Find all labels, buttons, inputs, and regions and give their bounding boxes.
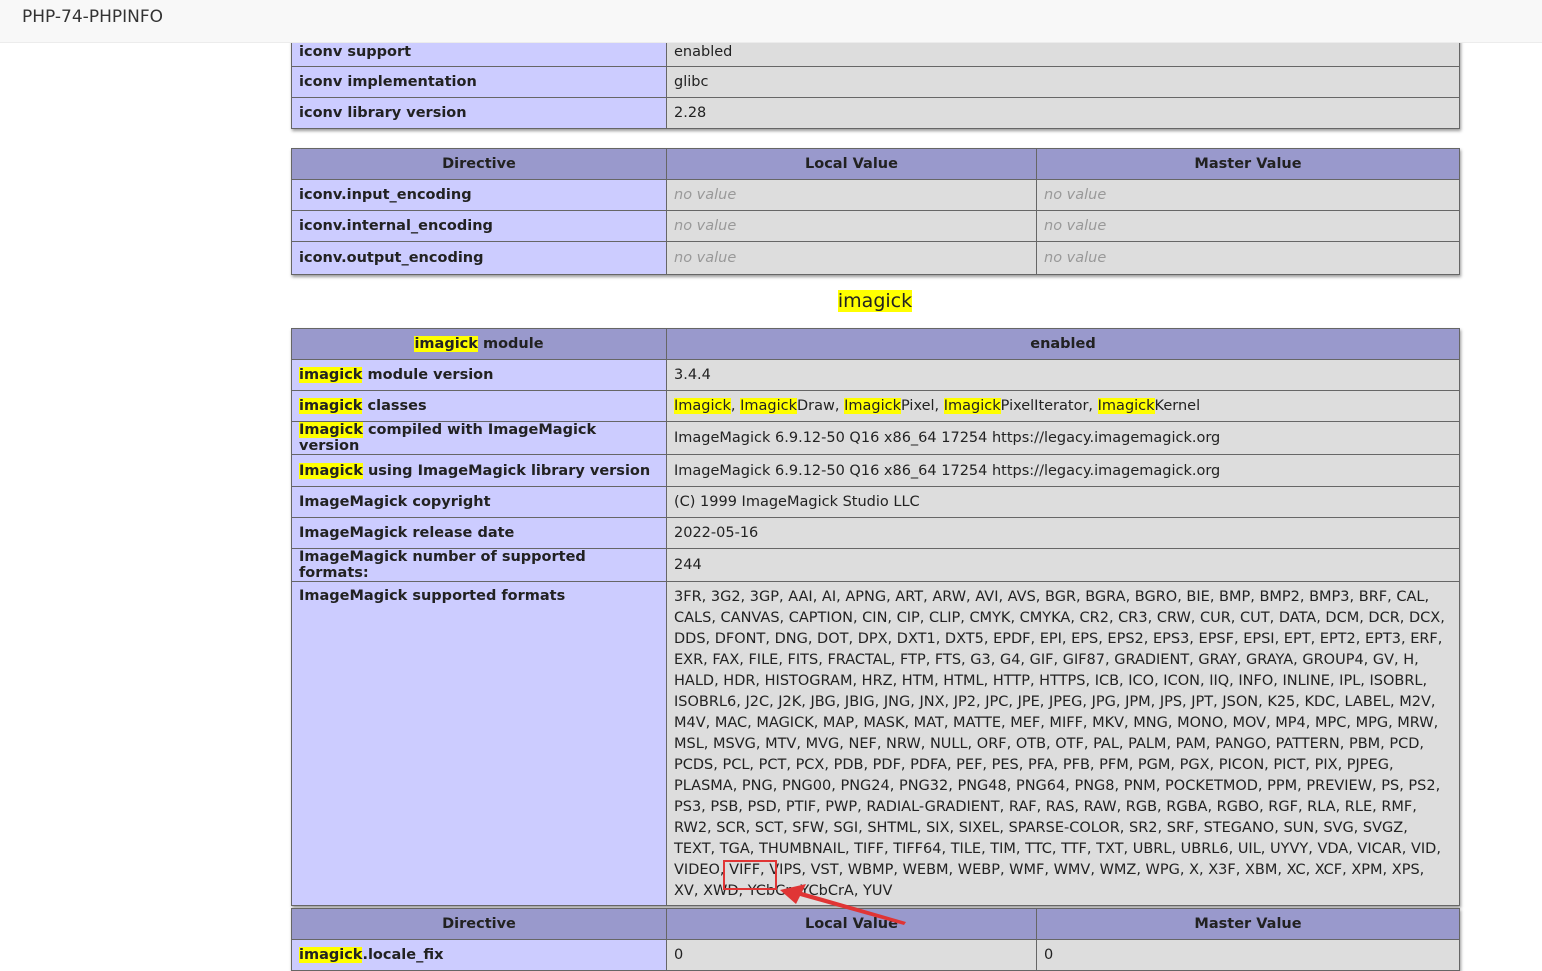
class-suffix: Pixel, xyxy=(900,398,944,414)
search-highlight: Imagick xyxy=(740,398,797,414)
class-suffix: PixelIterator, xyxy=(1000,398,1098,414)
local-value: 0 xyxy=(666,939,1037,971)
master-value: 0 xyxy=(1036,939,1460,971)
class-suffix: , xyxy=(730,398,741,414)
column-header: Master Value xyxy=(1036,148,1460,180)
column-header: Directive xyxy=(291,148,667,180)
search-highlight: Imagick xyxy=(844,398,901,414)
iconv-directives-table: Directive Local Value Master Value iconv… xyxy=(291,148,1460,275)
search-highlight: imagick xyxy=(414,336,478,352)
row-value: (C) 1999 ImageMagick Studio LLC xyxy=(666,486,1460,518)
annotation-highlight-box xyxy=(723,860,777,890)
directive-name: iconv.internal_encoding xyxy=(291,210,667,242)
table-row: ImageMagick release date 2022-05-16 xyxy=(291,517,1460,549)
row-value: ImageMagick 6.9.12-50 Q16 x86_64 17254 h… xyxy=(666,454,1460,487)
table-header-row: imagick module enabled xyxy=(291,328,1460,360)
module-heading-link[interactable]: imagick xyxy=(837,290,913,312)
row-value: 2022-05-16 xyxy=(666,517,1460,549)
row-value: glibc xyxy=(666,66,1460,98)
row-key: ImageMagick number of supported formats: xyxy=(291,548,667,582)
iconv-info-table: iconv support enabled iconv implementati… xyxy=(291,34,1460,129)
master-value: no value xyxy=(1036,241,1460,275)
row-value: 3.4.4 xyxy=(666,359,1460,391)
search-highlight: Imagick xyxy=(299,462,363,479)
row-key: Imagick using ImageMagick library versio… xyxy=(291,454,667,487)
master-value: no value xyxy=(1036,179,1460,211)
title-bar: PHP-74-PHPINFO xyxy=(0,0,1542,43)
table-row: ImageMagick supported formats 3FR, 3G2, … xyxy=(291,581,1460,906)
window-title: PHP-74-PHPINFO xyxy=(22,7,163,27)
column-header: Local Value xyxy=(666,148,1037,180)
column-header: Master Value xyxy=(1036,908,1460,940)
row-key-text: classes xyxy=(362,398,427,414)
table-row: iconv.internal_encoding no value no valu… xyxy=(291,210,1460,242)
row-key: ImageMagick supported formats xyxy=(291,581,667,906)
directive-name: iconv.output_encoding xyxy=(291,241,667,275)
search-highlight: imagick xyxy=(299,367,363,383)
header-key-text: module xyxy=(477,336,544,352)
search-highlight: Imagick xyxy=(943,398,1001,414)
row-value: ImageMagick 6.9.12-50 Q16 x86_64 17254 h… xyxy=(666,421,1460,455)
row-key-text: module version xyxy=(362,367,494,383)
formats-text: 3FR, 3G2, 3GP, AAI, AI, APNG, ART, ARW, … xyxy=(674,589,1445,878)
row-key: iconv implementation xyxy=(291,66,667,98)
table-row: imagick classes Imagick, ImagickDraw, Im… xyxy=(291,390,1460,422)
search-highlight: Imagick xyxy=(1097,398,1155,414)
row-key-text: using ImageMagick library version xyxy=(362,462,651,479)
directive-name-text: .locale_fix xyxy=(362,947,444,963)
column-header: Directive xyxy=(291,908,667,940)
row-value: 2.28 xyxy=(666,97,1460,129)
search-highlight: Imagick xyxy=(674,398,731,414)
local-value: no value xyxy=(666,179,1037,211)
table-row: imagick module version 3.4.4 xyxy=(291,359,1460,391)
search-highlight: imagick xyxy=(299,947,363,963)
module-header-key: imagick module xyxy=(291,328,667,360)
imagick-info-table: imagick module enabled imagick module ve… xyxy=(291,328,1460,906)
local-value: no value xyxy=(666,241,1037,275)
row-key: imagick module version xyxy=(291,359,667,391)
module-heading[interactable]: imagick xyxy=(291,290,1459,312)
table-row: ImageMagick copyright (C) 1999 ImageMagi… xyxy=(291,486,1460,518)
table-row: ImageMagick number of supported formats:… xyxy=(291,548,1460,582)
class-suffix: Kernel xyxy=(1154,398,1201,414)
row-key: ImageMagick copyright xyxy=(291,486,667,518)
search-highlight: imagick xyxy=(299,398,363,414)
directive-name: iconv.input_encoding xyxy=(291,179,667,211)
table-row: iconv library version 2.28 xyxy=(291,97,1460,129)
table-row: Imagick using ImageMagick library versio… xyxy=(291,454,1460,487)
supported-formats-list: 3FR, 3G2, 3GP, AAI, AI, APNG, ART, ARW, … xyxy=(666,581,1460,906)
row-key: iconv library version xyxy=(291,97,667,129)
master-value: no value xyxy=(1036,210,1460,242)
table-row: iconv.output_encoding no value no value xyxy=(291,241,1460,275)
local-value: no value xyxy=(666,210,1037,242)
directive-name: imagick.locale_fix xyxy=(291,939,667,971)
module-header-value: enabled xyxy=(666,328,1460,360)
row-key: Imagick compiled with ImageMagick versio… xyxy=(291,421,667,455)
search-highlight: Imagick xyxy=(299,422,363,438)
table-row: iconv implementation glibc xyxy=(291,66,1460,98)
row-key: imagick classes xyxy=(291,390,667,422)
table-header-row: Directive Local Value Master Value xyxy=(291,148,1460,180)
annotation-arrow-icon xyxy=(780,884,906,925)
row-value: 244 xyxy=(666,548,1460,582)
table-row: Imagick compiled with ImageMagick versio… xyxy=(291,421,1460,455)
row-value: Imagick, ImagickDraw, ImagickPixel, Imag… xyxy=(666,390,1460,422)
table-row: imagick.locale_fix 0 0 xyxy=(291,939,1460,971)
class-suffix: Draw, xyxy=(797,398,845,414)
row-key: ImageMagick release date xyxy=(291,517,667,549)
table-row: iconv.input_encoding no value no value xyxy=(291,179,1460,211)
webp-format: WEBP, xyxy=(957,862,1005,878)
